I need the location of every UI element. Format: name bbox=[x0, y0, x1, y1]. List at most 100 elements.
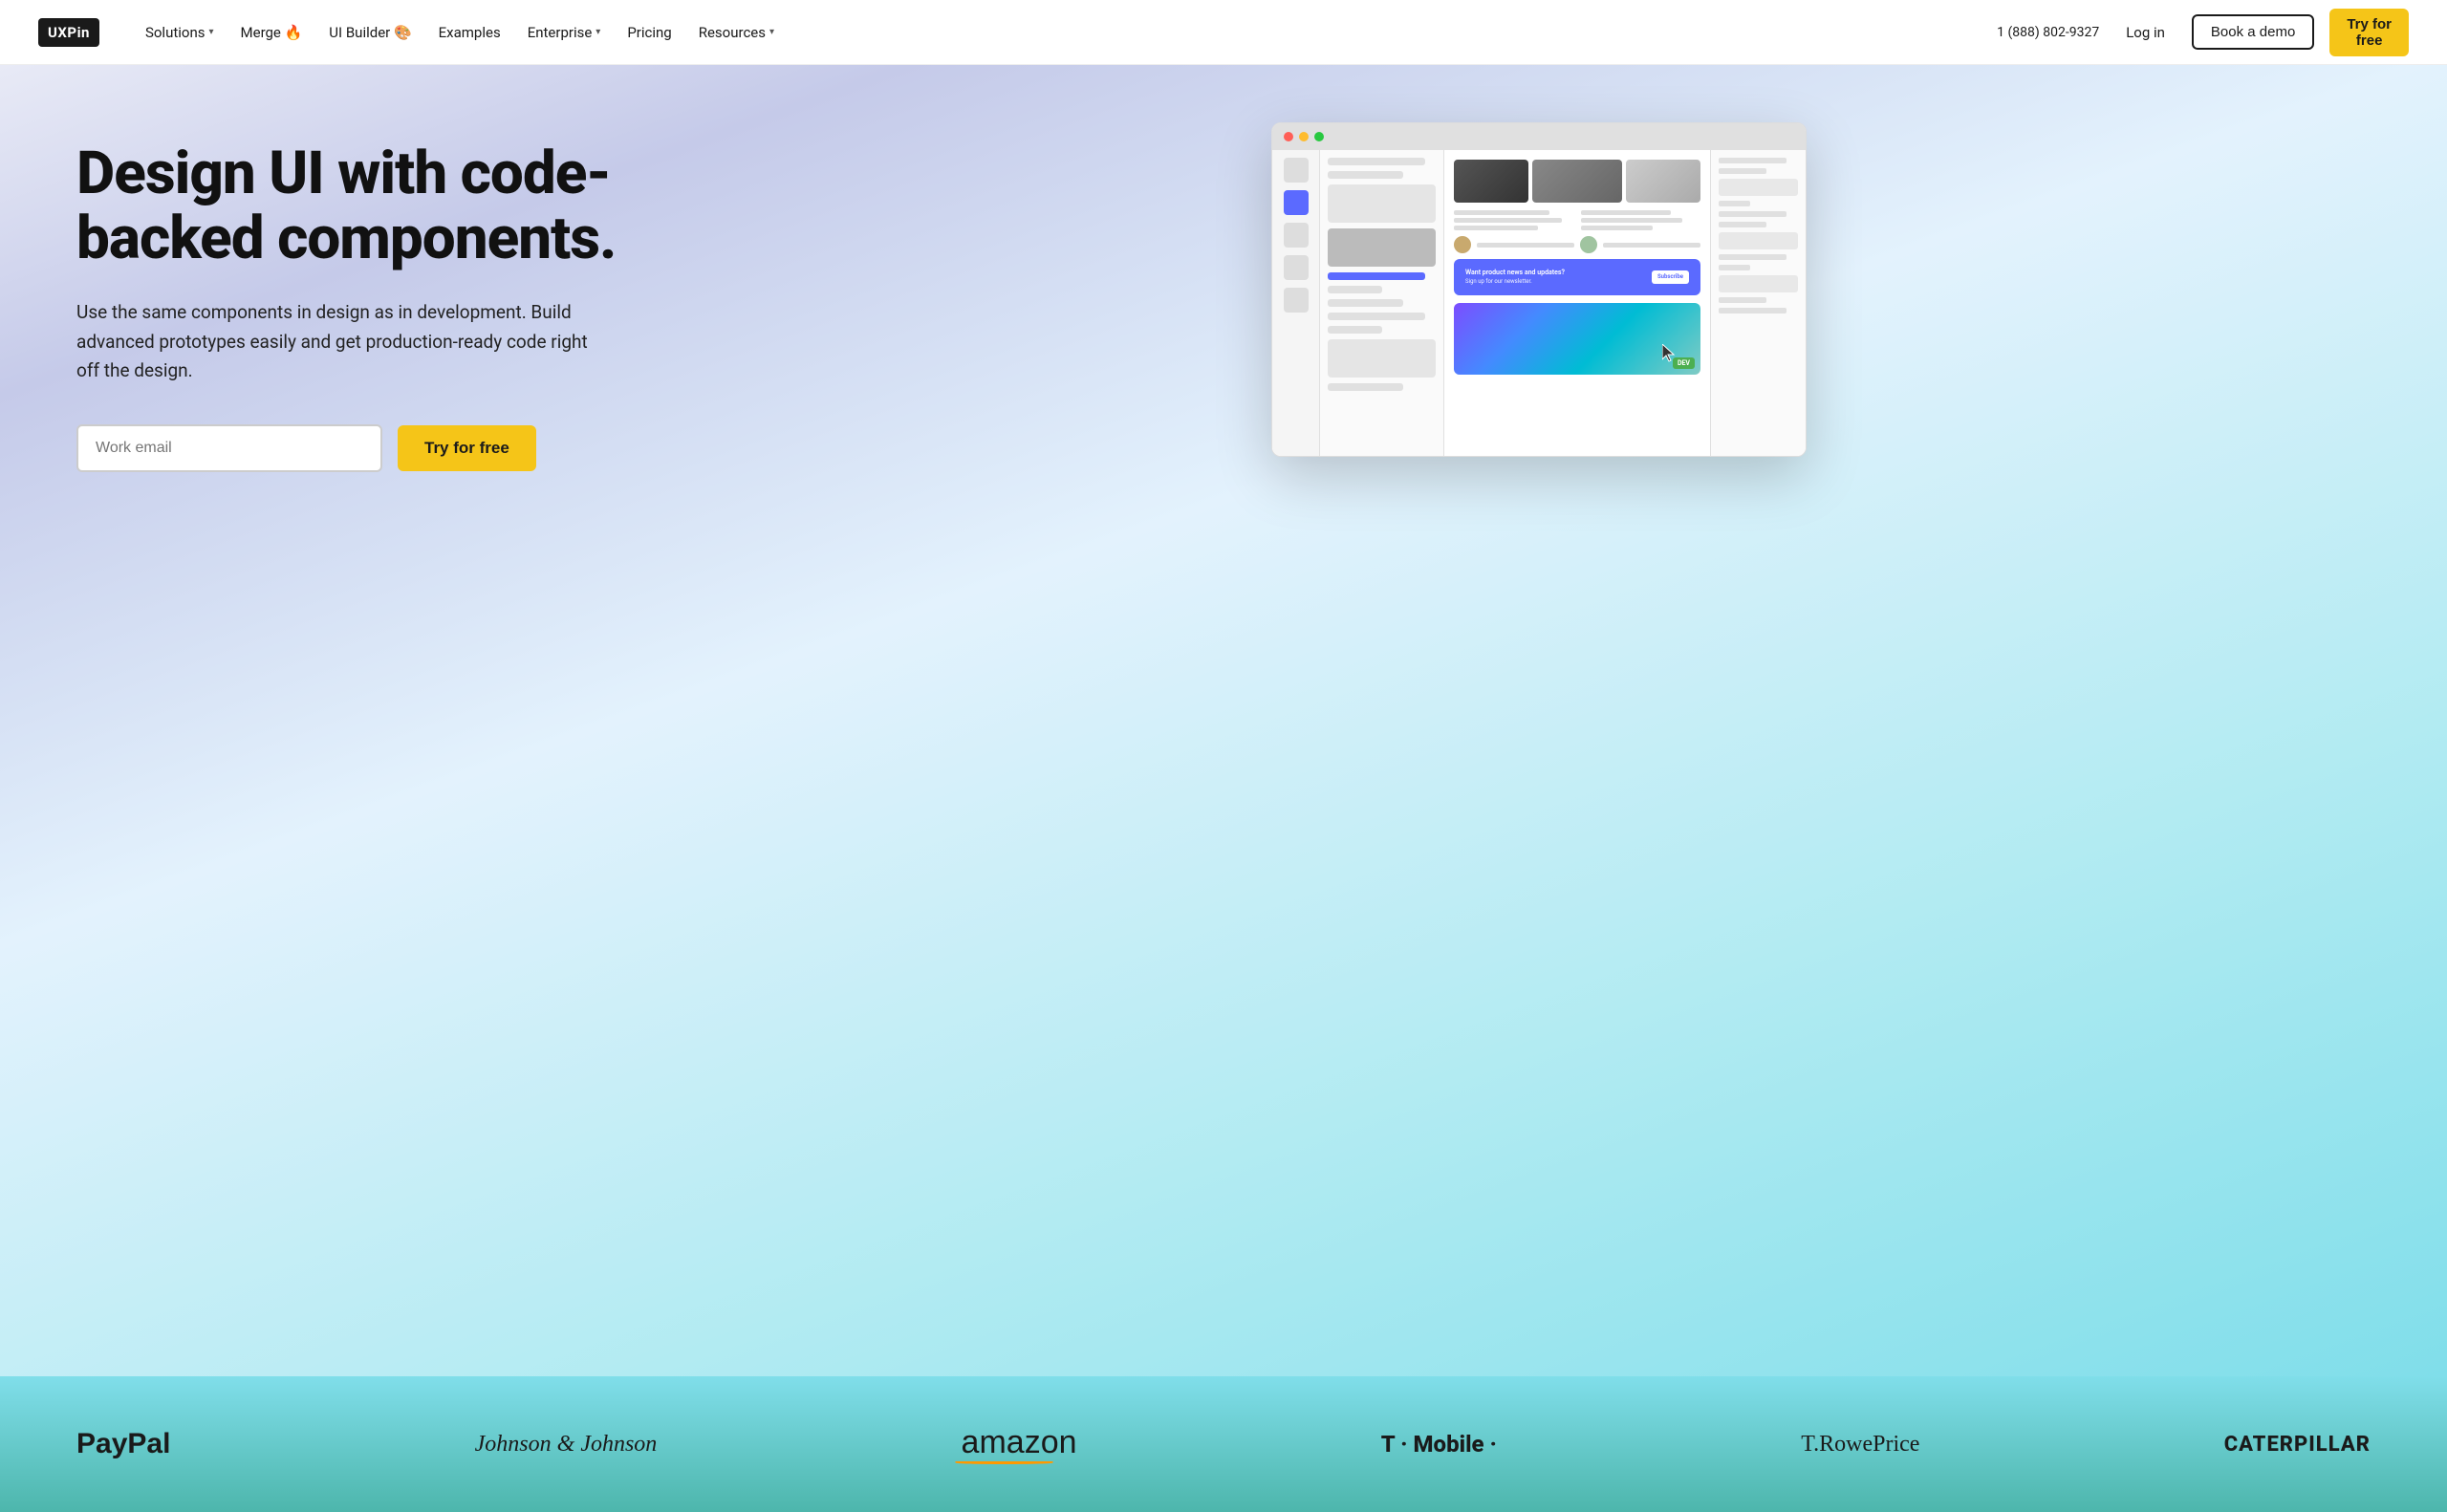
nav-label-examples: Examples bbox=[439, 24, 501, 41]
sidebar-icon-4 bbox=[1284, 288, 1309, 313]
nav-links: Solutions ▾ Merge 🔥 UI Builder 🎨 Example… bbox=[134, 16, 1997, 49]
img-med bbox=[1532, 160, 1622, 203]
text-col-2 bbox=[1581, 210, 1700, 230]
panel-item-5 bbox=[1328, 313, 1425, 320]
img-dark bbox=[1454, 160, 1528, 203]
panel-item-3 bbox=[1328, 286, 1382, 293]
nav-label-ui-builder: UI Builder 🎨 bbox=[329, 24, 411, 41]
try-free-button[interactable]: Try for free bbox=[398, 425, 536, 471]
right-item-4 bbox=[1719, 211, 1787, 217]
logo[interactable]: UXPin bbox=[38, 18, 99, 47]
chevron-down-icon: ▾ bbox=[596, 27, 600, 37]
book-demo-button[interactable]: Book a demo bbox=[2192, 14, 2314, 50]
mockup-body: Want product news and updates? Sign up f… bbox=[1272, 150, 1806, 456]
logo-paypal: PayPal bbox=[76, 1428, 170, 1460]
navbar: UXPin Solutions ▾ Merge 🔥 UI Builder 🎨 E… bbox=[0, 0, 2447, 65]
logo-johnson: Johnson & Johnson bbox=[475, 1432, 658, 1458]
newsletter-subtitle: Sign up for our newsletter. bbox=[1465, 278, 1565, 286]
newsletter-banner: Want product news and updates? Sign up f… bbox=[1454, 259, 1700, 295]
hero-right: Want product news and updates? Sign up f… bbox=[707, 122, 2371, 457]
nav-right: 1 (888) 802-9327 Log in Book a demo Try … bbox=[1997, 9, 2409, 56]
nav-item-resources[interactable]: Resources ▾ bbox=[687, 16, 786, 49]
logo-tmobile: T · Mobile · bbox=[1381, 1431, 1497, 1458]
img-light bbox=[1626, 160, 1700, 203]
nav-label-pricing: Pricing bbox=[627, 24, 671, 41]
chevron-down-icon: ▾ bbox=[769, 27, 774, 37]
titlebar bbox=[1272, 123, 1806, 150]
panel-item-6 bbox=[1328, 326, 1382, 334]
newsletter-subscribe-button: Subscribe bbox=[1652, 270, 1689, 284]
text-line bbox=[1581, 226, 1653, 230]
hero-section: Design UI with code-backed components. U… bbox=[0, 65, 2447, 1376]
nav-label-resources: Resources bbox=[699, 24, 766, 41]
text-line bbox=[1454, 218, 1562, 223]
nav-item-ui-builder[interactable]: UI Builder 🎨 bbox=[317, 16, 422, 49]
hero-content: Design UI with code-backed components. U… bbox=[76, 122, 2371, 1338]
minimize-button-dot bbox=[1299, 132, 1309, 141]
sidebar-icon-3 bbox=[1284, 255, 1309, 280]
mockup-sidebar bbox=[1272, 150, 1320, 456]
try-free-nav-button[interactable]: Try forfree bbox=[2329, 9, 2409, 56]
panel-item-blue bbox=[1328, 272, 1425, 280]
panel-thumb-3 bbox=[1328, 339, 1436, 378]
mockup-left-panel bbox=[1320, 150, 1444, 456]
hero-heading: Design UI with code-backed components. bbox=[76, 141, 650, 271]
login-link[interactable]: Log in bbox=[2114, 16, 2176, 49]
text-line bbox=[1581, 210, 1671, 215]
right-item-1 bbox=[1719, 158, 1787, 163]
nav-item-solutions[interactable]: Solutions ▾ bbox=[134, 16, 226, 49]
right-item-8 bbox=[1719, 297, 1766, 303]
nav-label-solutions: Solutions bbox=[145, 24, 206, 41]
text-line bbox=[1454, 226, 1538, 230]
panel-thumb-2 bbox=[1328, 228, 1436, 267]
hero-large-image: DEV bbox=[1454, 303, 1700, 375]
avatar-row-1 bbox=[1454, 236, 1700, 253]
text-line bbox=[1603, 243, 1700, 248]
phone-number: 1 (888) 802-9327 bbox=[1997, 25, 2099, 40]
right-block-2 bbox=[1719, 232, 1798, 249]
nav-item-merge[interactable]: Merge 🔥 bbox=[229, 16, 314, 49]
right-item-3 bbox=[1719, 201, 1750, 206]
hero-subtext: Use the same components in design as in … bbox=[76, 298, 593, 385]
panel-item-4 bbox=[1328, 299, 1403, 307]
text-line bbox=[1454, 210, 1549, 215]
logo-caterpillar: CATERPILLAR bbox=[2224, 1433, 2371, 1457]
email-input[interactable] bbox=[76, 424, 382, 472]
amazon-wordmark: amazon bbox=[962, 1424, 1077, 1461]
nav-label-merge: Merge 🔥 bbox=[241, 24, 303, 41]
amazon-arrow bbox=[955, 1461, 1052, 1464]
right-item-5 bbox=[1719, 222, 1766, 227]
avatar bbox=[1454, 236, 1471, 253]
right-item-7 bbox=[1719, 265, 1750, 270]
sidebar-icon-2 bbox=[1284, 223, 1309, 248]
logo-text: UXPin bbox=[38, 18, 99, 47]
nav-item-enterprise[interactable]: Enterprise ▾ bbox=[516, 16, 613, 49]
cursor-icon bbox=[1662, 344, 1678, 363]
text-col-1 bbox=[1454, 210, 1573, 230]
logo-trowe: T.RowePrice bbox=[1801, 1432, 1919, 1458]
nav-label-enterprise: Enterprise bbox=[528, 24, 593, 41]
mockup-right-panel bbox=[1710, 150, 1806, 456]
chevron-down-icon: ▾ bbox=[208, 27, 213, 37]
nav-item-pricing[interactable]: Pricing bbox=[616, 16, 682, 49]
nav-item-examples[interactable]: Examples bbox=[427, 16, 512, 49]
sidebar-icon-1 bbox=[1284, 158, 1309, 183]
panel-thumb-1 bbox=[1328, 184, 1436, 223]
text-rows bbox=[1454, 210, 1700, 230]
logo-amazon: amazon bbox=[962, 1424, 1077, 1464]
mockup-main-canvas: Want product news and updates? Sign up f… bbox=[1444, 150, 1710, 456]
text-line bbox=[1581, 218, 1682, 223]
logos-section: PayPal Johnson & Johnson amazon T · Mobi… bbox=[0, 1376, 2447, 1512]
top-image-row bbox=[1454, 160, 1700, 203]
maximize-button-dot bbox=[1314, 132, 1324, 141]
right-item-9 bbox=[1719, 308, 1787, 313]
right-item-2 bbox=[1719, 168, 1766, 174]
right-block-1 bbox=[1719, 179, 1798, 196]
newsletter-content: Want product news and updates? Sign up f… bbox=[1465, 269, 1565, 286]
panel-item-2 bbox=[1328, 171, 1403, 179]
app-screenshot-mockup: Want product news and updates? Sign up f… bbox=[1271, 122, 1807, 457]
avatar bbox=[1580, 236, 1597, 253]
sidebar-icon-active bbox=[1284, 190, 1309, 215]
text-line bbox=[1477, 243, 1574, 248]
panel-item-7 bbox=[1328, 383, 1403, 391]
